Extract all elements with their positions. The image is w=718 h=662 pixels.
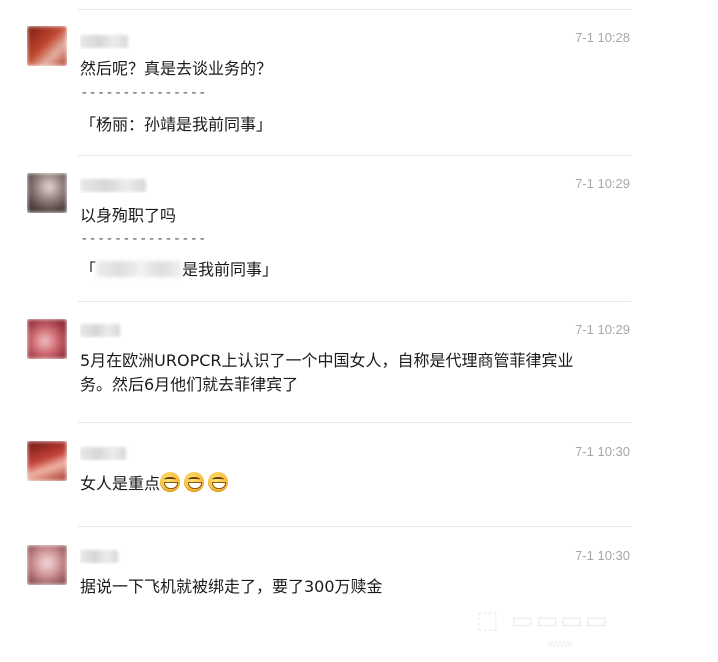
divider (78, 526, 631, 527)
blurred-text (96, 261, 143, 277)
watermark-logo: ⬚ ▭▭▭▭ www (476, 606, 610, 650)
grin-squint-icon (208, 472, 229, 492)
comment-time: 7-1 10:29 (575, 322, 630, 337)
quote-start: 「 (80, 260, 97, 279)
comment-text: 以身殉职了吗 (80, 206, 177, 225)
username[interactable] (80, 322, 150, 338)
avatar[interactable] (27, 441, 67, 481)
comment-time: 7-1 10:28 (575, 30, 630, 45)
divider (78, 301, 631, 302)
quote-separator: --------------- (80, 231, 207, 247)
comment-text: 据说一下飞机就被绑走了，要了300万赎金 (80, 577, 383, 596)
quote-separator: --------------- (80, 85, 207, 101)
grin-squint-icon (160, 472, 181, 492)
quote-end: 是我前同事」 (182, 260, 279, 279)
comment-text: 5月在欧洲UROPCR上认识了一个中国女人，自称是代理商管菲律宾业务。然后6月他… (80, 351, 574, 394)
divider (78, 155, 631, 156)
comment-time: 7-1 10:30 (575, 548, 630, 563)
avatar[interactable] (27, 319, 67, 359)
quoted-text: 「 是我前同事」 (80, 256, 278, 280)
comment-text-content: 女人是重点 (80, 474, 161, 493)
comment-time: 7-1 10:30 (575, 444, 630, 459)
divider (78, 9, 631, 10)
username[interactable] (80, 33, 150, 49)
username[interactable] (80, 548, 150, 564)
divider (78, 422, 631, 423)
comment-text: 然后呢？真是去谈业务的？ (80, 59, 273, 78)
comment-text: 女人是重点 (80, 472, 600, 496)
username[interactable] (80, 177, 150, 193)
quoted-text: 「杨丽：孙靖是我前同事」 (80, 115, 273, 134)
blurred-text (142, 261, 183, 277)
username[interactable] (80, 445, 150, 461)
avatar[interactable] (27, 173, 67, 213)
comment-time: 7-1 10:29 (575, 176, 630, 191)
avatar[interactable] (27, 26, 67, 66)
avatar[interactable] (27, 545, 67, 585)
grin-squint-icon (184, 472, 205, 492)
